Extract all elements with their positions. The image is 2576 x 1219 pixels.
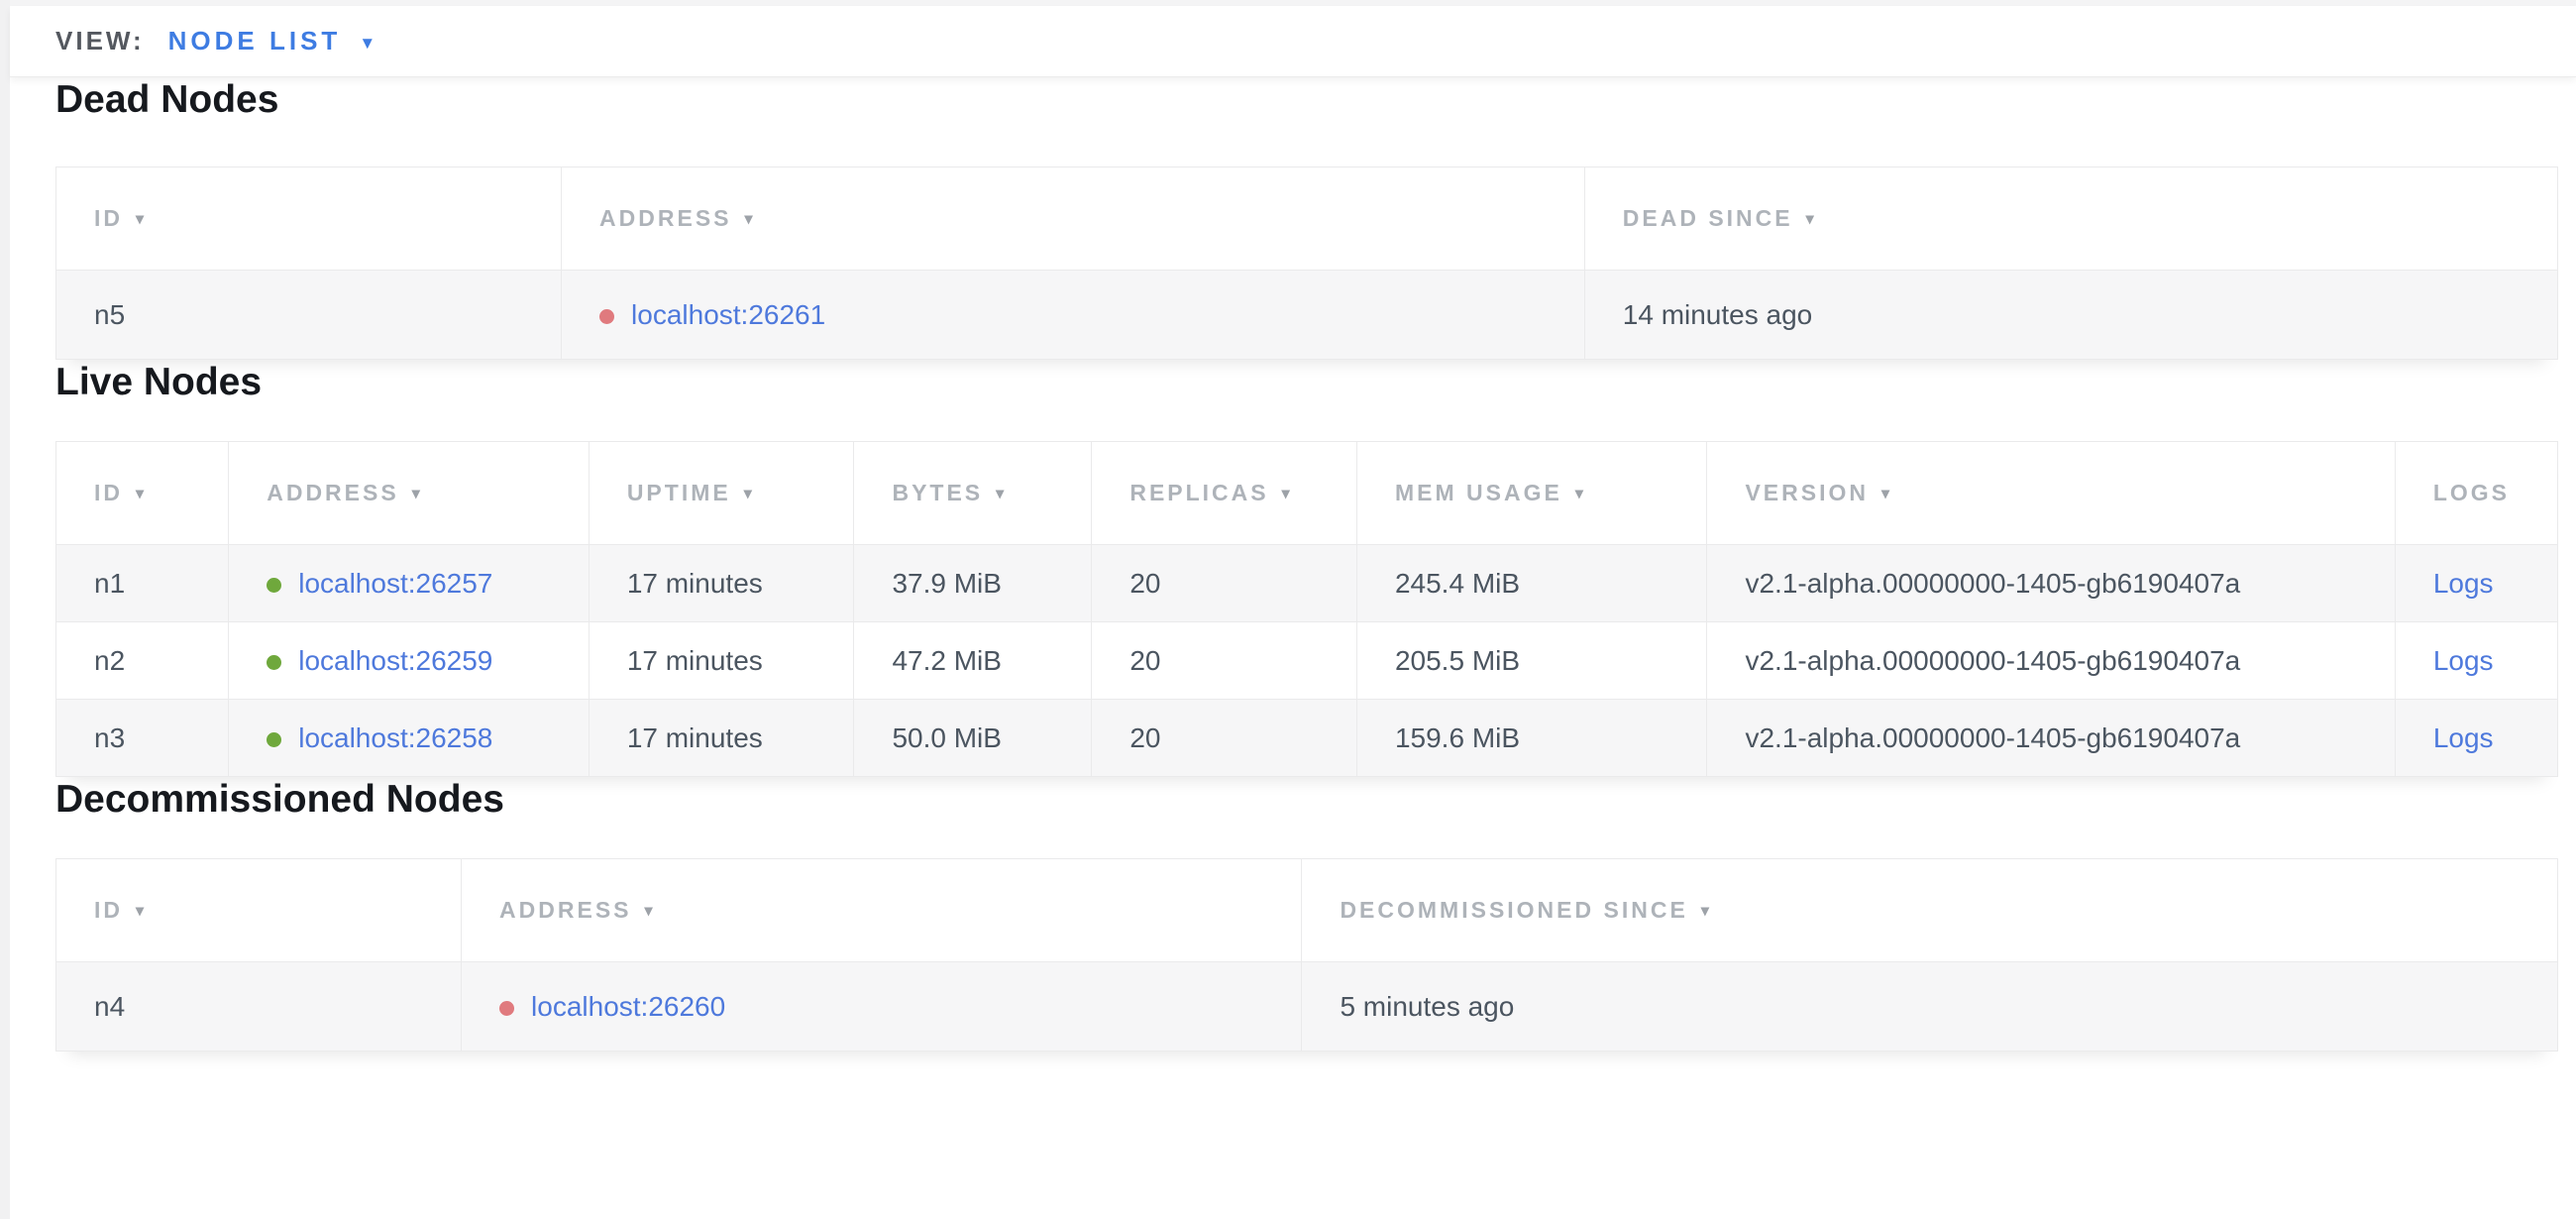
table-row: n1 localhost:26257 17 minutes 37.9 MiB 2… [56,545,2558,622]
node-address-cell: localhost:26261 [562,271,1585,360]
sort-arrow-icon: ▾ [136,211,147,228]
uptime-cell: 17 minutes [589,700,854,777]
sort-arrow-icon: ▾ [645,903,656,920]
dead-nodes-table: ID▾ ADDRESS▾ DEAD SINCE▾ n5 localhost:26… [55,166,2558,360]
column-header-id[interactable]: ID▾ [56,167,562,271]
decommissioned-since-cell: 5 minutes ago [1302,962,2558,1052]
view-bar: VIEW: NODE LIST ▼ [10,6,2576,77]
node-address-link[interactable]: localhost:26261 [631,299,825,330]
table-header-row: ID▾ ADDRESS▾ DECOMMISSIONED SINCE▾ [56,859,2558,962]
node-address-cell: localhost:26258 [229,700,590,777]
live-nodes-table: ID▾ ADDRESS▾ UPTIME▾ BYTES▾ REPLICAS▾ [55,441,2558,777]
page-edge-left [0,0,10,1219]
decommissioned-nodes-title: Decommissioned Nodes [55,777,2558,823]
replicas-cell: 20 [1092,700,1357,777]
sort-arrow-icon: ▾ [745,211,756,228]
node-address-link[interactable]: localhost:26260 [531,991,725,1022]
logs-cell: Logs [2395,545,2557,622]
logs-link[interactable]: Logs [2433,722,2494,753]
column-header-id[interactable]: ID▾ [56,859,462,962]
live-nodes-title: Live Nodes [55,360,2558,405]
version-cell: v2.1-alpha.00000000-1405-gb6190407a [1707,545,2395,622]
node-address-cell: localhost:26260 [462,962,1302,1052]
bytes-cell: 37.9 MiB [854,545,1092,622]
column-header-decommissioned-since[interactable]: DECOMMISSIONED SINCE▾ [1302,859,2558,962]
live-status-icon [267,578,281,593]
view-selector[interactable]: NODE LIST ▼ [168,26,376,56]
version-cell: v2.1-alpha.00000000-1405-gb6190407a [1707,700,2395,777]
column-header-replicas[interactable]: REPLICAS▾ [1092,442,1357,545]
column-header-address[interactable]: ADDRESS▾ [229,442,590,545]
view-label: VIEW: [55,26,145,56]
sort-arrow-icon: ▾ [136,486,147,502]
replicas-cell: 20 [1092,545,1357,622]
logs-link[interactable]: Logs [2433,568,2494,599]
sort-arrow-icon: ▾ [996,486,1007,502]
node-list-page: Dead Nodes ID▾ ADDRESS▾ DEAD SINCE▾ [10,77,2576,1219]
node-id-cell: n5 [56,271,562,360]
sort-arrow-icon: ▾ [1701,903,1712,920]
mem-usage-cell: 205.5 MiB [1356,622,1707,700]
mem-usage-cell: 159.6 MiB [1356,700,1707,777]
bytes-cell: 47.2 MiB [854,622,1092,700]
column-header-mem-usage[interactable]: MEM USAGE▾ [1356,442,1707,545]
table-row: n5 localhost:26261 14 minutes ago [56,271,2558,360]
node-id-cell: n3 [56,700,229,777]
mem-usage-cell: 245.4 MiB [1356,545,1707,622]
node-address-link[interactable]: localhost:26259 [298,645,492,676]
column-header-address[interactable]: ADDRESS▾ [562,167,1585,271]
table-row: n3 localhost:26258 17 minutes 50.0 MiB 2… [56,700,2558,777]
sort-arrow-icon: ▾ [1575,486,1586,502]
table-row: n2 localhost:26259 17 minutes 47.2 MiB 2… [56,622,2558,700]
sort-arrow-icon: ▾ [1806,211,1817,228]
column-header-dead-since[interactable]: DEAD SINCE▾ [1584,167,2557,271]
uptime-cell: 17 minutes [589,545,854,622]
column-header-address[interactable]: ADDRESS▾ [462,859,1302,962]
logs-cell: Logs [2395,700,2557,777]
node-address-cell: localhost:26257 [229,545,590,622]
node-address-link[interactable]: localhost:26257 [298,568,492,599]
decommissioned-nodes-table: ID▾ ADDRESS▾ DECOMMISSIONED SINCE▾ n4 lo… [55,858,2558,1052]
bytes-cell: 50.0 MiB [854,700,1092,777]
table-row: n4 localhost:26260 5 minutes ago [56,962,2558,1052]
column-header-logs: LOGS [2395,442,2557,545]
live-status-icon [267,655,281,670]
view-selected-value: NODE LIST [168,26,342,56]
sort-arrow-icon: ▾ [412,486,423,502]
column-header-version[interactable]: VERSION▾ [1707,442,2395,545]
column-header-id[interactable]: ID▾ [56,442,229,545]
sort-arrow-icon: ▾ [1282,486,1293,502]
chevron-down-icon: ▼ [359,35,376,52]
dead-since-cell: 14 minutes ago [1584,271,2557,360]
node-address-cell: localhost:26259 [229,622,590,700]
node-id-cell: n1 [56,545,229,622]
decommissioned-status-icon [499,1001,514,1016]
logs-link[interactable]: Logs [2433,645,2494,676]
live-status-icon [267,732,281,747]
table-header-row: ID▾ ADDRESS▾ DEAD SINCE▾ [56,167,2558,271]
version-cell: v2.1-alpha.00000000-1405-gb6190407a [1707,622,2395,700]
sort-arrow-icon: ▾ [744,486,755,502]
replicas-cell: 20 [1092,622,1357,700]
dead-status-icon [599,309,614,324]
uptime-cell: 17 minutes [589,622,854,700]
column-header-bytes[interactable]: BYTES▾ [854,442,1092,545]
logs-cell: Logs [2395,622,2557,700]
table-header-row: ID▾ ADDRESS▾ UPTIME▾ BYTES▾ REPLICAS▾ [56,442,2558,545]
sort-arrow-icon: ▾ [136,903,147,920]
sort-arrow-icon: ▾ [1881,486,1892,502]
dead-nodes-title: Dead Nodes [55,77,2558,123]
column-header-uptime[interactable]: UPTIME▾ [589,442,854,545]
node-id-cell: n2 [56,622,229,700]
node-address-link[interactable]: localhost:26258 [298,722,492,753]
node-id-cell: n4 [56,962,462,1052]
